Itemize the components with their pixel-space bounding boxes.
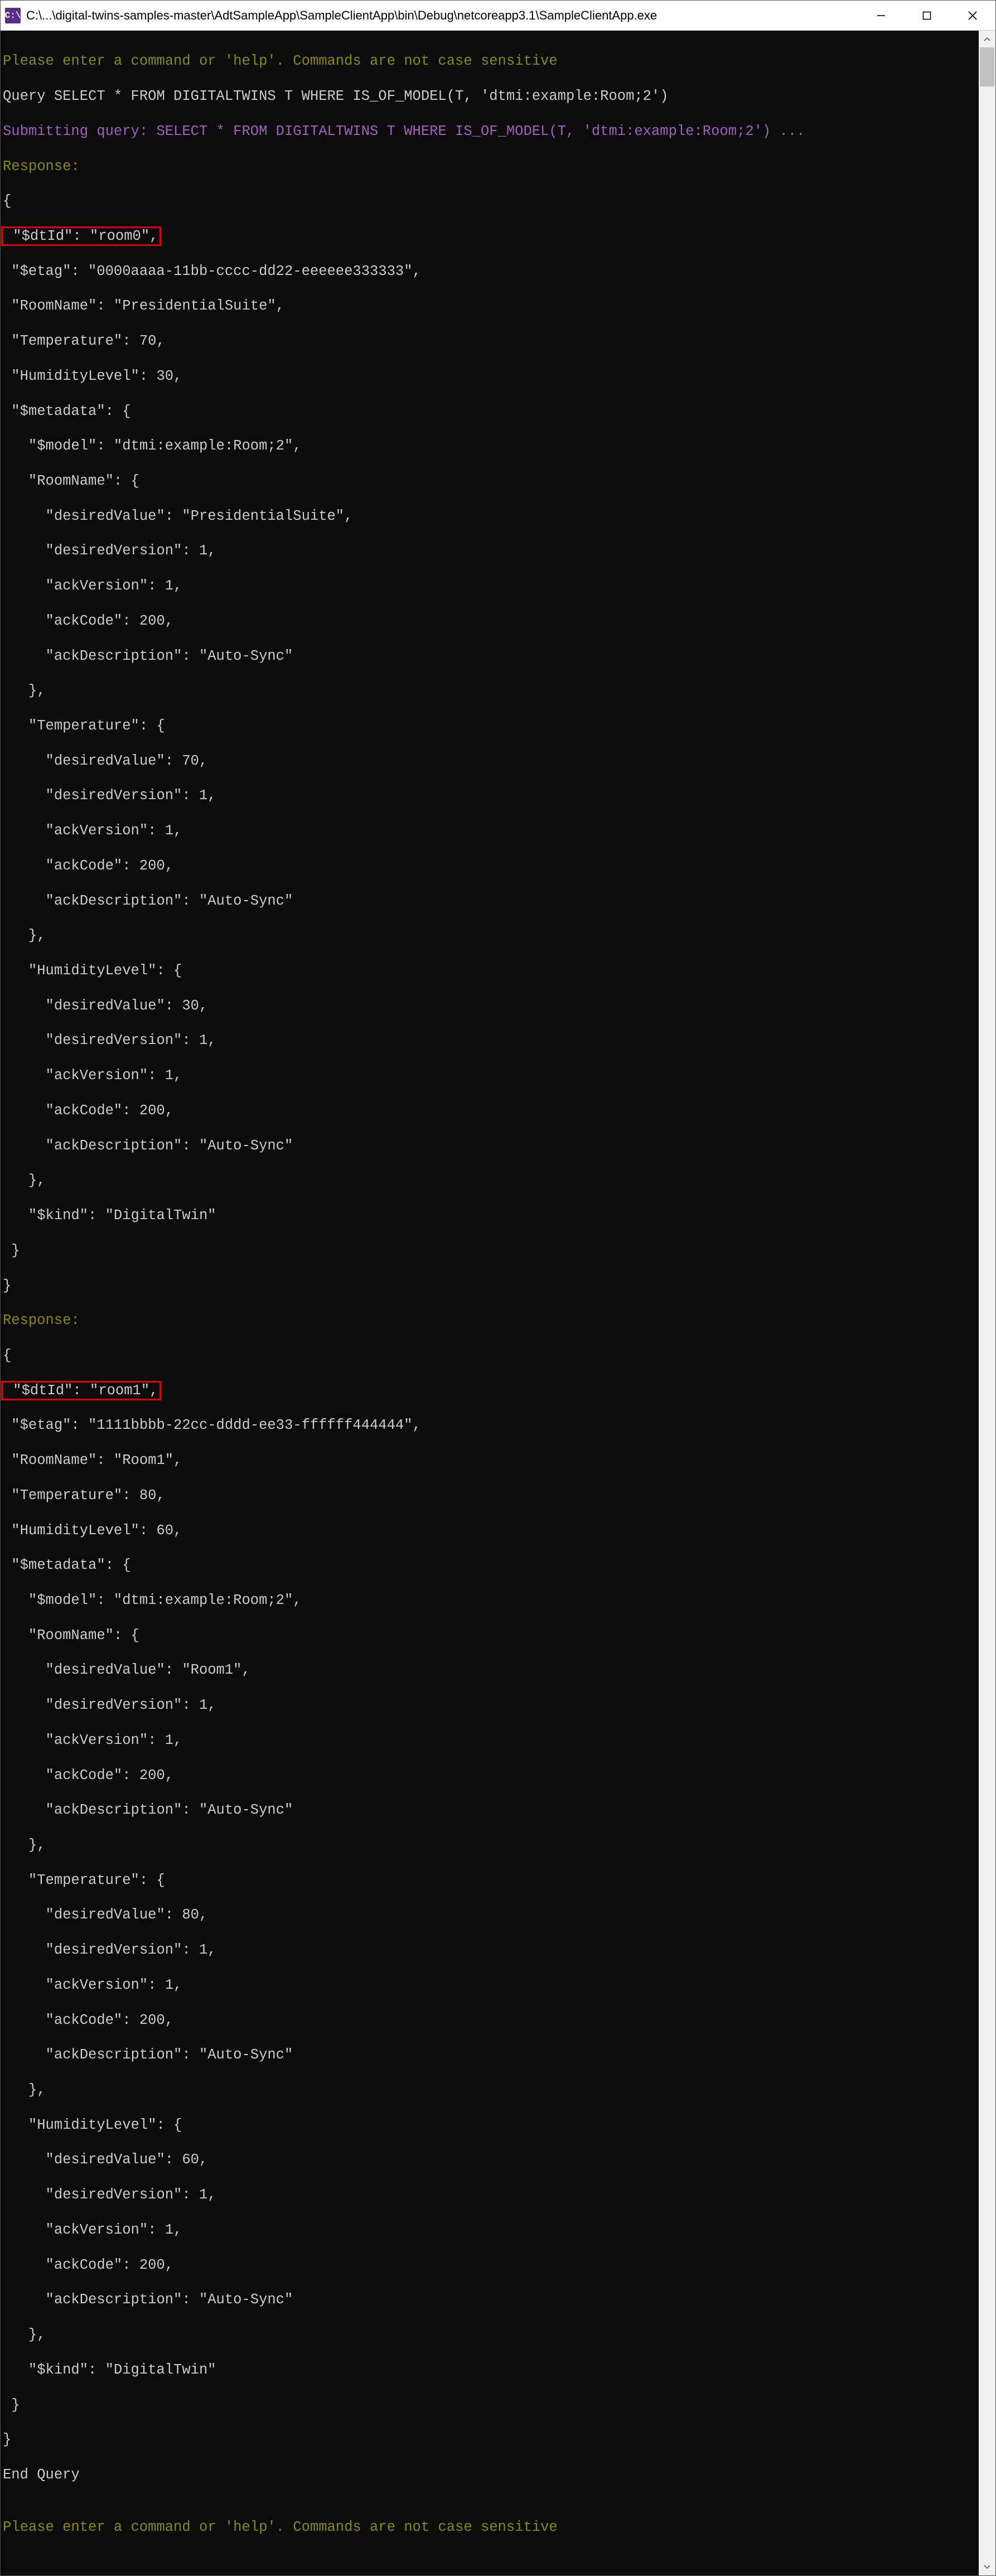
json-line: }, bbox=[3, 1836, 976, 1854]
maximize-button[interactable] bbox=[904, 1, 950, 30]
json-line: "desiredValue": 30, bbox=[3, 997, 976, 1014]
json-line: }, bbox=[3, 682, 976, 699]
json-line: "$model": "dtmi:example:Room;2", bbox=[3, 1592, 976, 1609]
app-icon: C:\ bbox=[5, 8, 21, 23]
response-label: Response: bbox=[3, 158, 976, 175]
vertical-scrollbar[interactable] bbox=[979, 31, 995, 2575]
json-line: "ackVersion": 1, bbox=[3, 2221, 976, 2239]
json-line: "desiredValue": "Room1", bbox=[3, 1661, 976, 1679]
json-line: "$kind": "DigitalTwin" bbox=[3, 1207, 976, 1224]
json-line: "ackVersion": 1, bbox=[3, 577, 976, 595]
json-line: "ackVersion": 1, bbox=[3, 822, 976, 839]
json-line: }, bbox=[3, 1172, 976, 1189]
json-line: "$kind": "DigitalTwin" bbox=[3, 2361, 976, 2379]
json-line: } bbox=[3, 1242, 976, 1259]
close-button[interactable] bbox=[950, 1, 995, 30]
json-line: "desiredVersion": 1, bbox=[3, 2186, 976, 2203]
json-line: "ackVersion": 1, bbox=[3, 1976, 976, 1994]
json-line: "ackDescription": "Auto-Sync" bbox=[3, 2046, 976, 2063]
prompt-line: Please enter a command or 'help'. Comman… bbox=[3, 2519, 976, 2536]
json-line: "desiredValue": 70, bbox=[3, 752, 976, 770]
json-line: "$etag": "1111bbbb-22cc-dddd-ee33-ffffff… bbox=[3, 1417, 976, 1434]
scroll-down-arrow[interactable] bbox=[979, 2559, 995, 2575]
json-line: "ackCode": 200, bbox=[3, 612, 976, 630]
console-wrap: Please enter a command or 'help'. Comman… bbox=[1, 31, 995, 2575]
json-line: "$dtId": "room0", bbox=[3, 228, 976, 245]
json-line: "$dtId": "room1", bbox=[3, 1382, 976, 1399]
json-line: "ackCode": 200, bbox=[3, 1102, 976, 1119]
console-output[interactable]: Please enter a command or 'help'. Comman… bbox=[1, 31, 979, 2575]
json-line: "HumidityLevel": { bbox=[3, 962, 976, 979]
minimize-icon bbox=[876, 11, 886, 21]
json-line: "ackCode": 200, bbox=[3, 1767, 976, 1784]
json-line: "desiredVersion": 1, bbox=[3, 1032, 976, 1049]
json-line: "desiredValue": "PresidentialSuite", bbox=[3, 508, 976, 525]
json-brace: { bbox=[3, 1347, 976, 1364]
json-line: "ackDescription": "Auto-Sync" bbox=[3, 892, 976, 910]
json-line: "desiredValue": 60, bbox=[3, 2151, 976, 2168]
json-line: "$model": "dtmi:example:Room;2", bbox=[3, 437, 976, 455]
json-line: "HumidityLevel": 60, bbox=[3, 1522, 976, 1539]
json-line: "ackCode": 200, bbox=[3, 2012, 976, 2029]
json-line: "ackCode": 200, bbox=[3, 857, 976, 874]
json-line: } bbox=[3, 2396, 976, 2414]
json-line: "Temperature": 80, bbox=[3, 1487, 976, 1504]
json-line: "$metadata": { bbox=[3, 1557, 976, 1574]
json-line: "Temperature": 70, bbox=[3, 332, 976, 350]
json-line: "ackCode": 200, bbox=[3, 2256, 976, 2274]
json-line: }, bbox=[3, 2081, 976, 2099]
json-line: }, bbox=[3, 927, 976, 944]
json-brace: } bbox=[3, 1277, 976, 1294]
maximize-icon bbox=[922, 11, 932, 21]
json-line: "ackVersion": 1, bbox=[3, 1732, 976, 1749]
json-line: "RoomName": "PresidentialSuite", bbox=[3, 297, 976, 315]
json-line: "$metadata": { bbox=[3, 403, 976, 420]
json-line: "RoomName": { bbox=[3, 472, 976, 490]
scrollbar-thumb[interactable] bbox=[980, 47, 994, 86]
json-line: "desiredValue": 80, bbox=[3, 1906, 976, 1923]
app-window: C:\ C:\...\digital-twins-samples-master\… bbox=[0, 0, 996, 2576]
end-query: End Query bbox=[3, 2466, 976, 2483]
json-line: "HumidityLevel": { bbox=[3, 2116, 976, 2134]
chevron-up-icon bbox=[984, 37, 990, 41]
window-title: C:\...\digital-twins-samples-master\AdtS… bbox=[26, 8, 858, 23]
json-line: "ackDescription": "Auto-Sync" bbox=[3, 1137, 976, 1154]
json-line: "ackDescription": "Auto-Sync" bbox=[3, 647, 976, 665]
json-line: "desiredVersion": 1, bbox=[3, 787, 976, 804]
json-line: "ackDescription": "Auto-Sync" bbox=[3, 2291, 976, 2308]
json-line: "$etag": "0000aaaa-11bb-cccc-dd22-eeeeee… bbox=[3, 263, 976, 280]
scroll-up-arrow[interactable] bbox=[979, 31, 995, 47]
json-line: "Temperature": { bbox=[3, 1872, 976, 1889]
json-brace: { bbox=[3, 192, 976, 210]
json-line: "RoomName": { bbox=[3, 1627, 976, 1644]
chevron-down-icon bbox=[984, 2565, 990, 2569]
json-line: "ackDescription": "Auto-Sync" bbox=[3, 1801, 976, 1819]
prompt-line: Please enter a command or 'help'. Comman… bbox=[3, 52, 976, 70]
minimize-button[interactable] bbox=[858, 1, 904, 30]
json-line: "desiredVersion": 1, bbox=[3, 542, 976, 559]
response-label: Response: bbox=[3, 1312, 976, 1329]
json-line: "RoomName": "Room1", bbox=[3, 1452, 976, 1469]
json-line: "HumidityLevel": 30, bbox=[3, 368, 976, 385]
json-line: }, bbox=[3, 2326, 976, 2343]
window-controls bbox=[858, 1, 995, 30]
json-line: "desiredVersion": 1, bbox=[3, 1697, 976, 1714]
json-line: "Temperature": { bbox=[3, 717, 976, 734]
dtid-highlight: "$dtId": "room0", bbox=[1, 226, 161, 246]
dtid-highlight: "$dtId": "room1", bbox=[1, 1381, 161, 1400]
json-line: "desiredVersion": 1, bbox=[3, 1941, 976, 1959]
submitting-line: Submitting query: SELECT * FROM DIGITALT… bbox=[3, 123, 976, 140]
json-line: "ackVersion": 1, bbox=[3, 1067, 976, 1084]
query-command: Query SELECT * FROM DIGITALTWINS T WHERE… bbox=[3, 88, 976, 105]
titlebar[interactable]: C:\ C:\...\digital-twins-samples-master\… bbox=[1, 1, 995, 31]
json-brace: } bbox=[3, 2431, 976, 2448]
close-icon bbox=[967, 10, 978, 21]
